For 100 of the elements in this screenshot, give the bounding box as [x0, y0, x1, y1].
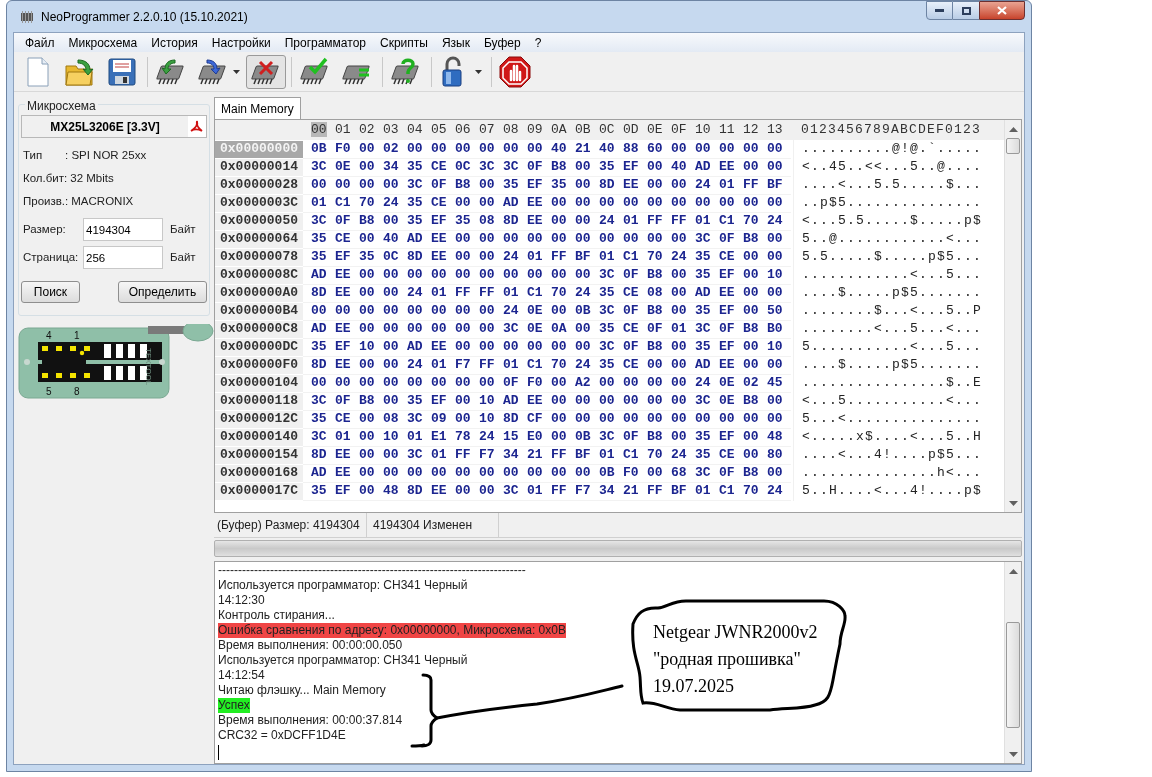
hex-cell[interactable]: 35 [695, 444, 719, 465]
column-header[interactable]: 0B [575, 122, 591, 138]
hex-cell[interactable]: 0F [623, 300, 647, 321]
hex-cell[interactable]: 00 [743, 246, 767, 267]
hex-cell[interactable]: 60 [647, 138, 671, 159]
column-header[interactable]: 03 [383, 122, 399, 138]
hex-cell[interactable]: EF [335, 246, 359, 267]
row-address[interactable]: 0x0000008C [215, 266, 303, 284]
hex-cell[interactable]: 8D [311, 354, 335, 375]
hex-cell[interactable]: FF [455, 444, 479, 465]
hex-cell[interactable]: EE [335, 444, 359, 465]
hex-cell[interactable]: 24 [503, 246, 527, 267]
hex-cell[interactable]: 00 [767, 390, 791, 411]
hex-cell[interactable]: 00 [671, 138, 695, 159]
hex-cell[interactable]: 35 [311, 228, 335, 249]
maximize-button[interactable] [953, 1, 979, 20]
hex-cell[interactable]: B8 [551, 156, 575, 177]
hex-cell[interactable]: 00 [431, 462, 455, 483]
hex-cell[interactable]: 00 [479, 264, 503, 285]
menu-item[interactable]: Программатор [277, 33, 373, 52]
hex-cell[interactable]: 00 [647, 354, 671, 375]
hex-cell[interactable]: 0B [599, 462, 623, 483]
ascii-cell[interactable]: ........<...5...<... [793, 319, 989, 339]
hex-cell[interactable]: B8 [647, 264, 671, 285]
hex-cell[interactable]: 00 [479, 174, 503, 195]
hex-cell[interactable]: 00 [383, 390, 407, 411]
pdf-icon[interactable] [188, 116, 206, 137]
hex-cell[interactable]: 0F [647, 318, 671, 339]
hex-cell[interactable]: 01 [695, 480, 719, 501]
hex-cell[interactable]: FF [743, 174, 767, 195]
hex-cell[interactable]: 00 [695, 408, 719, 429]
hex-cell[interactable]: 00 [431, 300, 455, 321]
hex-cell[interactable]: 00 [383, 318, 407, 339]
ascii-cell[interactable]: 5..H....<...4!....p$ [793, 481, 989, 501]
hex-cell[interactable]: CE [335, 228, 359, 249]
menu-item[interactable]: Микросхема [61, 33, 145, 52]
hex-cell[interactable]: 00 [479, 228, 503, 249]
hex-cell[interactable]: C1 [527, 282, 551, 303]
hex-cell[interactable]: 21 [623, 480, 647, 501]
hex-cell[interactable]: AD [503, 390, 527, 411]
hex-cell[interactable]: FF [479, 282, 503, 303]
hex-cell[interactable]: 35 [407, 390, 431, 411]
hex-cell[interactable]: 3C [599, 426, 623, 447]
hex-cell[interactable]: F0 [623, 462, 647, 483]
hex-cell[interactable]: 00 [455, 462, 479, 483]
hex-cell[interactable]: 00 [359, 462, 383, 483]
hex-cell[interactable]: 3C [695, 390, 719, 411]
hex-cell[interactable]: EE [335, 354, 359, 375]
hex-cell[interactable]: 00 [575, 210, 599, 231]
hex-cell[interactable]: 00 [575, 192, 599, 213]
hex-cell[interactable]: 40 [551, 138, 575, 159]
hex-cell[interactable]: 24 [599, 210, 623, 231]
hex-cell[interactable]: 0F [431, 174, 455, 195]
hex-cell[interactable]: B8 [359, 390, 383, 411]
ascii-cell[interactable]: <.....x$....<...5..H [793, 427, 989, 447]
hex-cell[interactable]: 0C [455, 156, 479, 177]
hex-cell[interactable]: 70 [359, 192, 383, 213]
hex-cell[interactable]: 35 [551, 174, 575, 195]
hex-cell[interactable]: 00 [359, 300, 383, 321]
hex-cell[interactable]: 35 [695, 246, 719, 267]
hex-cell[interactable]: 00 [503, 336, 527, 357]
scrollbar[interactable] [1004, 120, 1021, 512]
hex-cell[interactable]: 01 [527, 246, 551, 267]
hex-cell[interactable]: 78 [455, 426, 479, 447]
hex-cell[interactable]: EF [719, 336, 743, 357]
hex-cell[interactable]: E0 [527, 426, 551, 447]
hex-cell[interactable]: A2 [575, 372, 599, 393]
hex-cell[interactable]: 00 [455, 480, 479, 501]
hex-cell[interactable]: B8 [647, 426, 671, 447]
hex-cell[interactable]: 00 [647, 462, 671, 483]
hex-cell[interactable]: 00 [671, 372, 695, 393]
scroll-up-icon[interactable] [1008, 127, 1018, 132]
hex-cell[interactable]: EF [719, 264, 743, 285]
minimize-button[interactable] [926, 1, 953, 20]
hex-cell[interactable]: 24 [671, 444, 695, 465]
hex-cell[interactable]: 00 [599, 408, 623, 429]
tab[interactable]: Main Memory [214, 97, 301, 119]
hex-cell[interactable]: 10 [479, 408, 503, 429]
hex-cell[interactable]: BF [767, 174, 791, 195]
hex-cell[interactable]: 00 [431, 318, 455, 339]
hex-cell[interactable]: B8 [647, 336, 671, 357]
hex-cell[interactable]: 24 [479, 426, 503, 447]
hex-cell[interactable]: EF [335, 336, 359, 357]
hex-cell[interactable]: 02 [743, 372, 767, 393]
hex-cell[interactable]: 00 [455, 138, 479, 159]
hex-cell[interactable]: 35 [599, 156, 623, 177]
ascii-cell[interactable]: <..45..<<...5..@.... [793, 157, 989, 177]
hex-cell[interactable]: 00 [335, 300, 359, 321]
hex-cell[interactable]: 00 [671, 192, 695, 213]
hex-cell[interactable]: B8 [647, 300, 671, 321]
hex-cell[interactable]: 00 [407, 264, 431, 285]
row-address[interactable]: 0x00000140 [215, 428, 303, 446]
hex-cell[interactable]: 08 [647, 282, 671, 303]
hex-cell[interactable]: 00 [503, 462, 527, 483]
hex-cell[interactable]: 00 [551, 426, 575, 447]
hex-cell[interactable]: 00 [551, 300, 575, 321]
hex-cell[interactable]: 3C [311, 210, 335, 231]
hex-cell[interactable]: EE [527, 192, 551, 213]
hex-cell[interactable]: 8D [407, 246, 431, 267]
hex-cell[interactable]: 00 [359, 156, 383, 177]
